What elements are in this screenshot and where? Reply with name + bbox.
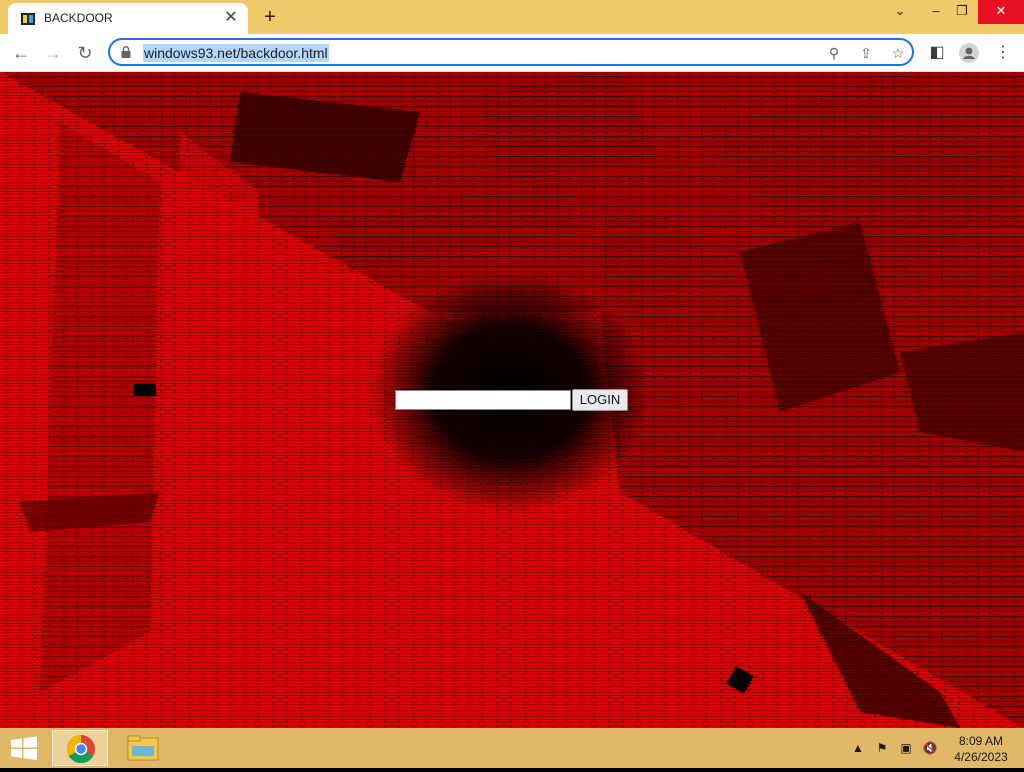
windows93-favicon-icon [21, 13, 35, 25]
lock-icon[interactable] [121, 46, 131, 58]
login-button[interactable]: LOGIN [572, 389, 628, 411]
windows-taskbar: ▲ ⚑ ▣ 🔇 8:09 AM 4/26/2023 [0, 728, 1024, 768]
address-bar[interactable]: windows93.net/backdoor.html ⚲ ⇪ ☆ [108, 38, 914, 66]
taskbar-chrome-button[interactable] [52, 730, 108, 766]
reload-icon[interactable]: ↻ [72, 40, 98, 66]
login-input[interactable] [395, 390, 571, 410]
taskbar-clock[interactable]: 8:09 AM 4/26/2023 [948, 733, 1014, 765]
close-tab-icon[interactable]: ✕ [222, 9, 240, 27]
forward-icon[interactable]: → [40, 40, 66, 66]
side-panel-icon[interactable]: ◧ [924, 40, 950, 66]
new-tab-button[interactable]: + [258, 5, 282, 29]
chrome-icon [67, 735, 95, 763]
taskbar-file-explorer-button[interactable] [114, 730, 170, 766]
clock-time: 8:09 AM [958, 734, 1004, 748]
browser-tab-backdoor[interactable]: BACKDOOR ✕ [8, 3, 248, 34]
volume-muted-icon[interactable]: 🔇 [922, 740, 938, 756]
tab-search-chevron-icon[interactable]: ⌄ [884, 0, 916, 24]
network-icon[interactable]: ▣ [898, 740, 914, 756]
profile-avatar-icon[interactable] [956, 40, 982, 66]
more-menu-icon[interactable]: ⋮ [990, 40, 1016, 66]
windows-start-icon[interactable] [0, 728, 48, 768]
show-hidden-icons-icon[interactable]: ▲ [850, 740, 866, 756]
page-viewport: LOGIN [0, 72, 1024, 728]
tab-title: BACKDOOR [44, 11, 113, 25]
url-text[interactable]: windows93.net/backdoor.html [143, 44, 329, 62]
close-window-icon[interactable]: ✕ [978, 0, 1024, 24]
file-explorer-icon [127, 735, 159, 761]
action-center-flag-icon[interactable]: ⚑ [874, 740, 890, 756]
back-icon[interactable]: ← [8, 40, 34, 66]
browser-toolbar: ← → ↻ windows93.net/backdoor.html ⚲ ⇪ ☆ … [0, 34, 1024, 72]
bookmark-star-icon[interactable]: ☆ [888, 43, 908, 63]
share-icon[interactable]: ⇪ [856, 43, 876, 63]
search-zoom-icon[interactable]: ⚲ [824, 43, 844, 63]
restore-window-icon[interactable]: ❐ [946, 0, 978, 24]
clock-date: 4/26/2023 [954, 750, 1008, 764]
browser-tab-strip: BACKDOOR ✕ + ⌄ – ❐ ✕ [0, 0, 1024, 34]
